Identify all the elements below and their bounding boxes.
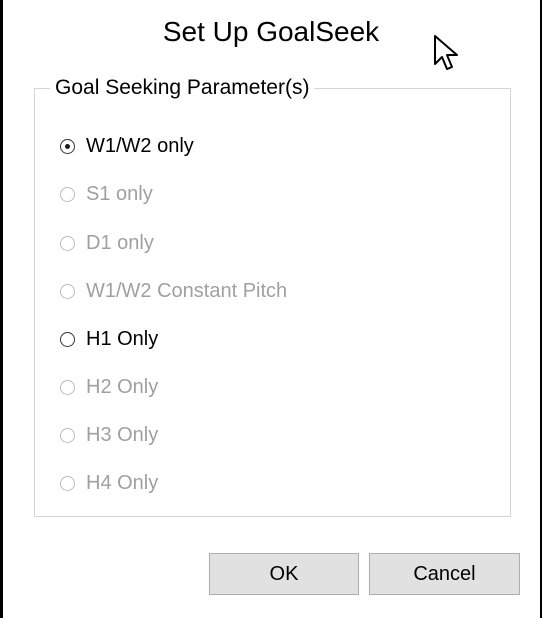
radio-option-h3-only: H3 Only [60, 420, 158, 450]
window-left-border [0, 0, 3, 618]
radio-label: H2 Only [86, 376, 159, 398]
radio-label: H1 Only [86, 328, 159, 350]
radio-option-h2-only: H2 Only [60, 372, 158, 402]
radio-option-s1-only: S1 only [60, 179, 153, 209]
group-legend: Goal Seeking Parameter(s) [50, 74, 315, 102]
radio-label: D1 only [86, 232, 154, 254]
cancel-button[interactable]: Cancel [369, 553, 520, 595]
radio-option-h1-only[interactable]: H1 Only [60, 324, 158, 354]
radio-button-icon [60, 475, 75, 491]
radio-button-icon[interactable] [60, 138, 75, 154]
mouse-pointer-icon [432, 34, 466, 74]
radio-button-icon [60, 379, 75, 395]
radio-label: H3 Only [86, 424, 159, 446]
radio-button-icon [60, 283, 75, 299]
radio-label: H4 Only [86, 472, 159, 494]
radio-label: W1/W2 Constant Pitch [86, 280, 288, 302]
ok-button[interactable]: OK [209, 553, 359, 595]
radio-button-icon [60, 427, 75, 443]
radio-option-h4-only: H4 Only [60, 468, 158, 498]
radio-option-w1w2-constant-pitch: W1/W2 Constant Pitch [60, 276, 287, 306]
radio-selected-dot-icon [65, 143, 70, 149]
radio-label: W1/W2 only [86, 135, 194, 157]
radio-label: S1 only [86, 183, 153, 205]
radio-button-icon [60, 186, 75, 202]
radio-button-icon[interactable] [60, 331, 75, 347]
radio-option-d1-only: D1 only [60, 228, 154, 258]
radio-option-w1w2-only[interactable]: W1/W2 only [60, 131, 194, 161]
radio-button-icon [60, 235, 75, 251]
